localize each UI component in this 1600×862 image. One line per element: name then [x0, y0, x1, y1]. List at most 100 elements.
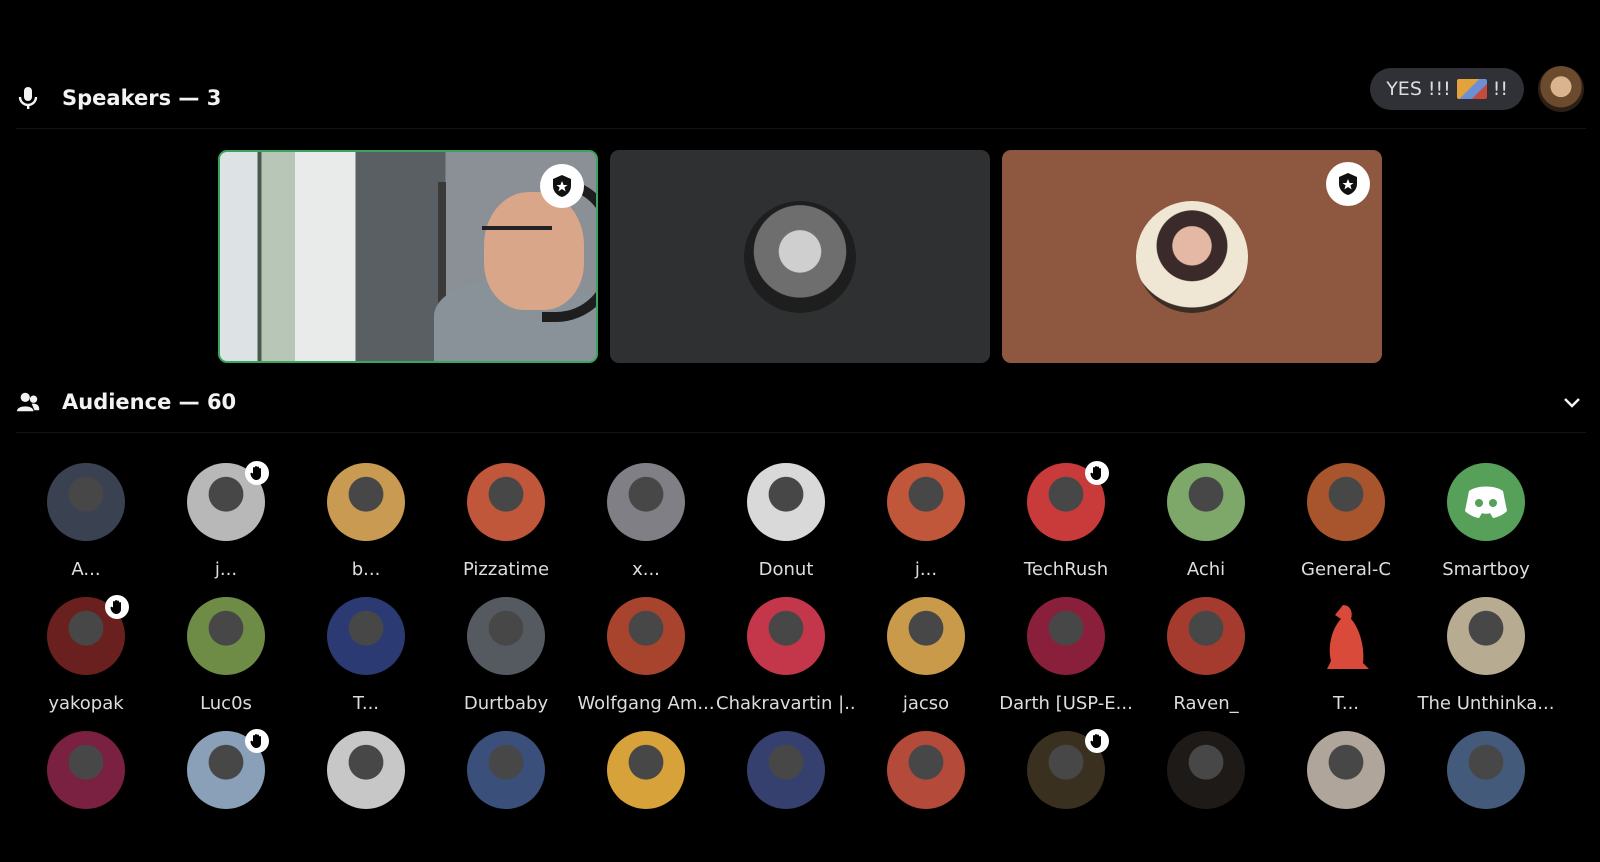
audience-users-icon [16, 390, 40, 414]
avatar [327, 731, 405, 809]
member-name: jacso [902, 693, 950, 714]
audience-member[interactable] [856, 728, 996, 862]
speaker-tile-video[interactable] [218, 150, 598, 363]
audience-member[interactable]: yakopak [16, 594, 156, 728]
avatar [1167, 597, 1245, 675]
audience-member[interactable]: Durtbaby [436, 594, 576, 728]
audience-member[interactable]: Wolfgang Am... [576, 594, 716, 728]
speaker-tiles [218, 150, 1382, 363]
custom-status[interactable]: YES !!! !! [1370, 68, 1524, 110]
avatar [1167, 463, 1245, 541]
avatar [1447, 731, 1525, 809]
member-name: Smartboy [1442, 559, 1530, 580]
avatar [747, 731, 825, 809]
audience-member[interactable] [716, 728, 856, 862]
audience-member[interactable]: Darth [USP-E... [996, 594, 1136, 728]
audience-member[interactable]: j... [156, 460, 296, 594]
microphone-icon [16, 86, 40, 110]
member-name: Wolfgang Am... [577, 693, 715, 714]
speakers-title: Speakers — 3 [62, 86, 222, 110]
audience-member[interactable] [436, 728, 576, 862]
raised-hand-icon [245, 729, 269, 753]
audience-member[interactable]: Achi [1136, 460, 1276, 594]
raised-hand-icon [105, 595, 129, 619]
avatar [1027, 729, 1109, 809]
audience-member[interactable]: TechRush [996, 460, 1136, 594]
member-name: b... [351, 559, 381, 580]
moderator-shield-icon [1326, 162, 1370, 206]
member-name: Pizzatime [462, 559, 550, 580]
audience-member[interactable]: T... [1276, 594, 1416, 728]
avatar [1027, 461, 1109, 541]
discord-logo-icon [1465, 486, 1507, 518]
member-name: Donut [758, 559, 814, 580]
speaker-tile-avatar[interactable] [610, 150, 990, 363]
self-avatar[interactable] [1538, 66, 1584, 112]
audience-member[interactable]: A... [16, 460, 156, 594]
audience-title: Audience — 60 [62, 390, 237, 414]
avatar [467, 463, 545, 541]
avatar [467, 597, 545, 675]
audience-member[interactable]: j... [856, 460, 996, 594]
speaker-avatar [1136, 200, 1248, 313]
member-name: x... [632, 559, 660, 580]
avatar [187, 597, 265, 675]
member-name: Raven_ [1173, 693, 1239, 714]
audience-member[interactable]: Pizzatime [436, 460, 576, 594]
audience-grid: A... j... b... Pizzatime x... Donut j... TechRu… [16, 460, 1600, 862]
avatar [327, 597, 405, 675]
speaker-tile-avatar[interactable] [1002, 150, 1382, 363]
audience-member[interactable]: jacso [856, 594, 996, 728]
audience-member[interactable] [16, 728, 156, 862]
member-name: T... [1332, 693, 1360, 714]
audience-member[interactable]: x... [576, 460, 716, 594]
audience-member[interactable] [296, 728, 436, 862]
member-name: Luc0s [200, 693, 252, 714]
avatar [1027, 597, 1105, 675]
audience-member[interactable]: b... [296, 460, 436, 594]
speakers-header: Speakers — 3 [16, 68, 1586, 129]
avatar [607, 597, 685, 675]
audience-member[interactable] [1276, 728, 1416, 862]
avatar [1307, 463, 1385, 541]
member-name: Achi [1186, 559, 1226, 580]
audience-header[interactable]: Audience — 60 [16, 372, 1586, 433]
avatar [1167, 731, 1245, 809]
audience-member[interactable] [576, 728, 716, 862]
audience-member[interactable]: Donut [716, 460, 856, 594]
avatar [47, 595, 129, 675]
audience-member[interactable]: Smartboy [1416, 460, 1556, 594]
avatar [607, 463, 685, 541]
audience-member[interactable]: Luc0s [156, 594, 296, 728]
audience-member[interactable] [1136, 728, 1276, 862]
avatar [607, 731, 685, 809]
audience-member[interactable] [996, 728, 1136, 862]
raised-hand-icon [1085, 461, 1109, 485]
audience-member[interactable]: Chakravartin |... [716, 594, 856, 728]
audience-member[interactable]: General-C [1276, 460, 1416, 594]
avatar [47, 463, 125, 541]
member-name: The Unthinka... [1417, 693, 1555, 714]
avatar [1307, 597, 1385, 675]
speaker-avatar [744, 200, 856, 313]
audience-member[interactable]: T... [296, 594, 436, 728]
audience-member[interactable] [1416, 728, 1556, 862]
avatar [327, 463, 405, 541]
member-name: Durtbaby [463, 693, 549, 714]
member-name: A... [71, 559, 101, 580]
member-name: T... [352, 693, 380, 714]
avatar [1307, 731, 1385, 809]
audience-member[interactable] [156, 728, 296, 862]
audience-member[interactable]: Raven_ [1136, 594, 1276, 728]
avatar [747, 597, 825, 675]
member-name: j... [914, 559, 938, 580]
chevron-down-icon[interactable] [1560, 390, 1584, 418]
top-right-controls: YES !!! !! [1370, 66, 1584, 112]
member-name: Chakravartin |... [716, 693, 856, 714]
member-name: Darth [USP-E... [999, 693, 1133, 714]
penguin-icon [1327, 605, 1369, 669]
member-name: General-C [1301, 559, 1391, 580]
member-name: yakopak [48, 693, 124, 714]
avatar [1447, 463, 1525, 541]
audience-member[interactable]: The Unthinka... [1416, 594, 1556, 728]
